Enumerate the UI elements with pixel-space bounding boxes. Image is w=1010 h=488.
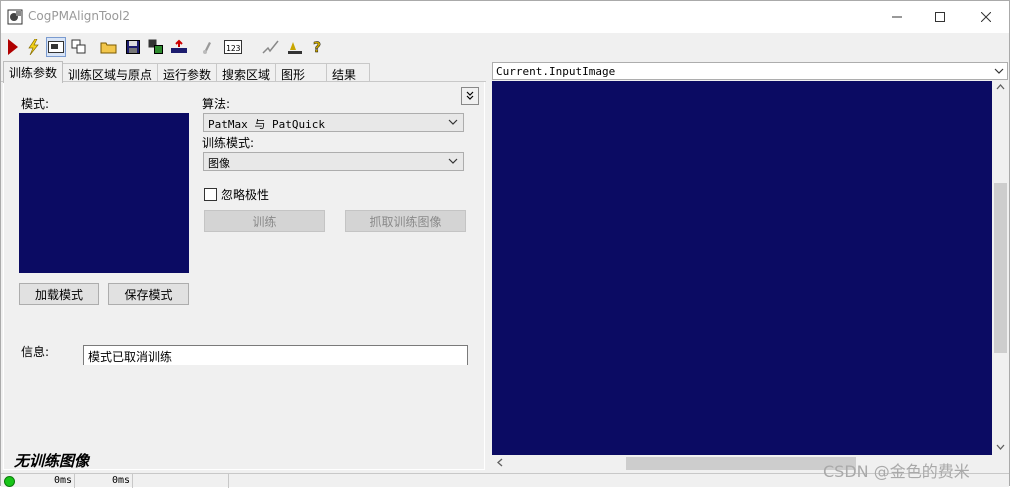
scroll-left-icon[interactable] [496, 458, 505, 470]
run-icon[interactable] [3, 37, 23, 57]
window-title: CogPMAlignTool2 [28, 9, 130, 23]
train-button[interactable]: 训练 [204, 210, 325, 232]
open-icon[interactable] [99, 37, 119, 57]
tab-train-params[interactable]: 训练参数 [3, 61, 63, 83]
tab-strip: 训练参数 训练区域与原点 运行参数 搜索区域 图形 结果 [1, 61, 489, 83]
chevron-down-icon [448, 117, 458, 127]
grab-train-image-button[interactable]: 抓取训练图像 [345, 210, 466, 232]
info-field: 模式已取消训练 [83, 345, 468, 365]
algorithm-value: PatMax 与 PatQuick [208, 118, 325, 131]
vertical-scroll-thumb[interactable] [994, 183, 1007, 353]
scroll-up-icon[interactable] [996, 83, 1005, 95]
train-mode-select[interactable]: 图像 [203, 152, 464, 171]
reset-icon[interactable] [169, 37, 189, 57]
svg-text:?: ? [313, 40, 321, 55]
tab-search-region[interactable]: 搜索区域 [216, 63, 276, 83]
local-display-icon[interactable] [69, 37, 89, 57]
edit-icon[interactable] [261, 37, 281, 57]
close-button[interactable] [963, 1, 1009, 33]
load-pattern-button[interactable]: 加载模式 [19, 283, 99, 305]
image-source-value: Current.InputImage [496, 65, 616, 78]
status-message: 无训练图像 [14, 452, 90, 470]
electric-icon[interactable] [23, 37, 43, 57]
pattern-label: 模式: [21, 97, 50, 111]
chevron-down-icon [994, 66, 1004, 76]
watermark: CSDN @金色的费米 [823, 462, 970, 481]
info-label: 信息: [21, 345, 50, 359]
show-image-icon[interactable] [46, 37, 66, 57]
toolbar: 123 ? [1, 34, 1009, 60]
maximize-button[interactable] [917, 1, 963, 33]
algorithm-label: 算法: [202, 97, 231, 111]
title-bar: CogPMAlignTool2 [1, 1, 1009, 33]
check-icon[interactable] [199, 37, 219, 57]
image-source-select[interactable]: Current.InputImage [492, 62, 1008, 80]
train-mode-label: 训练模式: [202, 136, 255, 150]
numbered-icon[interactable]: 123 [223, 37, 243, 57]
save-icon[interactable] [123, 37, 143, 57]
tool-window: CogPMAlignTool2 123 ? 训练参数 训练区域与原点 运行参数 … [0, 0, 1010, 488]
tab-run-params[interactable]: 运行参数 [157, 63, 217, 83]
ignore-polarity-label: 忽略极性 [221, 188, 270, 202]
train-mode-value: 图像 [208, 157, 230, 170]
image-display[interactable] [492, 81, 992, 455]
chevron-down-icon [448, 156, 458, 166]
tab-graphics[interactable]: 图形 [275, 63, 327, 83]
ignore-polarity-checkbox[interactable] [204, 188, 217, 201]
collapse-button[interactable] [461, 87, 479, 105]
status-led-icon [4, 476, 15, 487]
pattern-preview [19, 113, 189, 273]
save-pattern-button[interactable]: 保存模式 [108, 283, 189, 305]
minimize-button[interactable] [874, 1, 920, 33]
tab-train-region-origin[interactable]: 训练区域与原点 [62, 63, 158, 83]
scroll-down-icon[interactable] [996, 442, 1005, 454]
algorithm-select[interactable]: PatMax 与 PatQuick [203, 113, 464, 132]
help-icon[interactable]: ? [308, 37, 328, 57]
vertical-scrollbar[interactable] [992, 81, 1009, 455]
save-as-icon[interactable] [146, 37, 166, 57]
cog-app-icon [7, 9, 23, 25]
svg-text:123: 123 [226, 44, 241, 53]
level-icon[interactable] [285, 37, 305, 57]
horizontal-scroll-thumb[interactable] [626, 457, 856, 470]
tab-results[interactable]: 结果 [326, 63, 370, 83]
